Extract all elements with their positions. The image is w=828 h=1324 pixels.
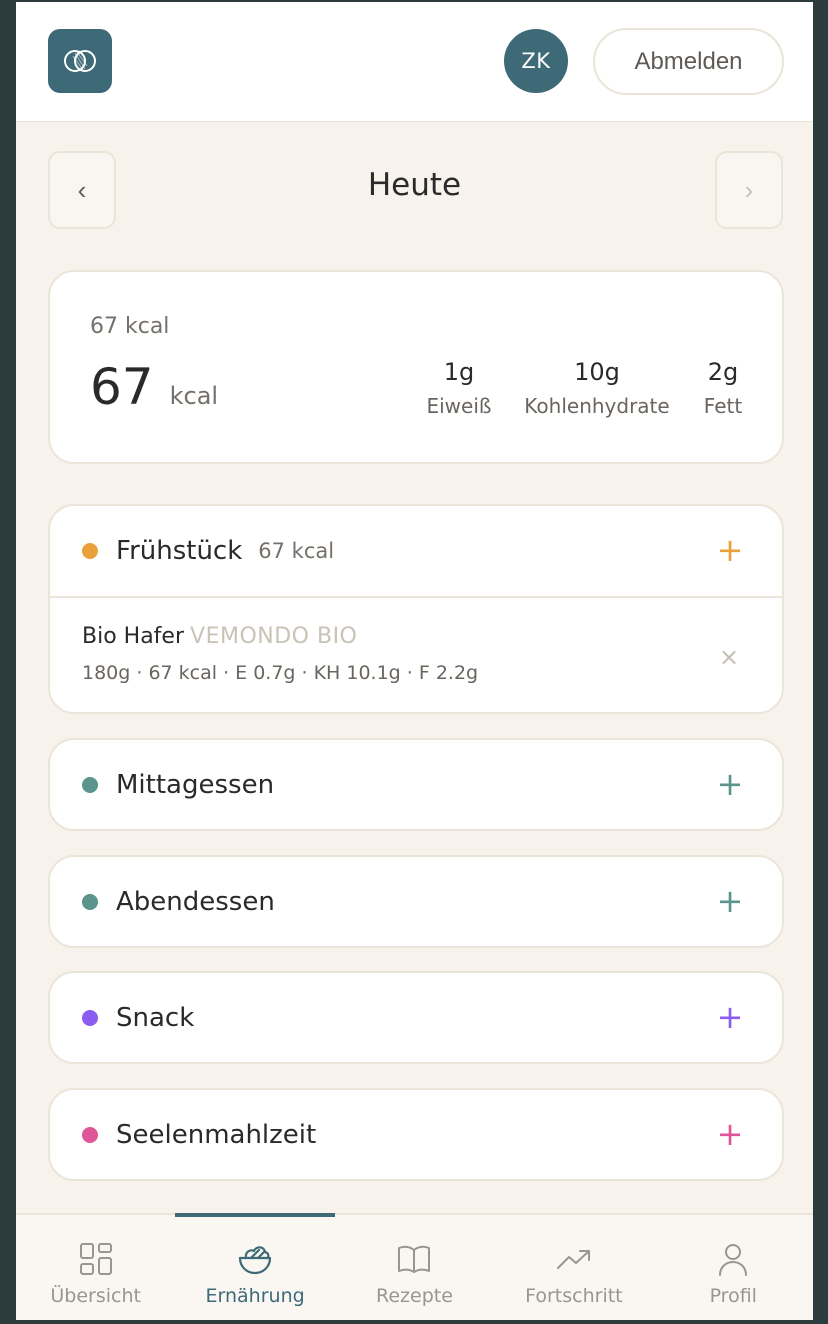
food-item[interactable]: Bio Hafer VEMONDO BIO 180g · 67 kcal · E …	[50, 596, 782, 712]
meal-header: Abendessen +	[50, 857, 782, 947]
tab-profile[interactable]: Profil	[654, 1215, 813, 1320]
macro-label: Eiweiß	[426, 394, 492, 418]
meal-name: Snack	[116, 1003, 195, 1033]
add-food-plus-icon[interactable]: +	[708, 1112, 752, 1156]
meal-card-dinner: Abendessen +	[48, 855, 784, 948]
macro-fat: 2g Fett	[698, 358, 748, 418]
meal-color-dot	[82, 543, 98, 559]
total-kcal-unit: kcal	[169, 382, 219, 410]
meal-card-breakfast: Frühstück 67 kcal + Bio Hafer VEMONDO BIO…	[48, 504, 784, 714]
macro-label: Kohlenhydrate	[524, 394, 670, 418]
meal-color-dot	[82, 1127, 98, 1143]
food-name: Bio Hafer	[82, 624, 185, 649]
meal-header: Mittagessen +	[50, 740, 782, 830]
tab-progress[interactable]: Fortschritt	[494, 1215, 653, 1320]
meal-name: Frühstück	[116, 536, 243, 566]
tab-label: Ernährung	[205, 1285, 305, 1307]
remove-food-close-icon[interactable]: ×	[714, 642, 744, 672]
macro-protein: 1g Eiweiß	[424, 358, 494, 418]
grid-icon	[79, 1243, 112, 1275]
day-title: Heute	[367, 167, 462, 203]
tab-label: Übersicht	[50, 1285, 141, 1307]
macro-value: 2g	[707, 358, 739, 386]
user-avatar[interactable]: ZK	[504, 29, 568, 93]
total-kcal-value: 67	[90, 358, 154, 416]
meal-color-dot	[82, 894, 98, 910]
food-brand: VEMONDO BIO	[190, 624, 358, 649]
app-logo[interactable]	[48, 29, 112, 93]
next-day-button[interactable]: ›	[715, 151, 783, 229]
top-bar: ZK Abmelden	[16, 2, 813, 122]
summary-kcal-small: 67 kcal	[90, 314, 170, 339]
tab-recipes[interactable]: Rezepte	[335, 1215, 494, 1320]
meal-card-lunch: Mittagessen +	[48, 738, 784, 831]
meal-name: Abendessen	[116, 887, 275, 917]
meal-name: Mittagessen	[116, 770, 275, 800]
previous-day-button[interactable]: ‹	[48, 151, 116, 229]
food-item-title: Bio Hafer VEMONDO BIO	[82, 624, 357, 649]
tab-label: Rezepte	[376, 1285, 453, 1307]
book-icon	[398, 1245, 431, 1273]
summary-kcal-total: 67 kcal	[90, 358, 218, 416]
add-food-plus-icon[interactable]: +	[708, 762, 752, 806]
add-food-plus-icon[interactable]: +	[708, 879, 752, 923]
add-food-plus-icon[interactable]: +	[708, 995, 752, 1039]
meal-card-soul-meal: Seelenmahlzeit +	[48, 1088, 784, 1181]
user-icon	[719, 1244, 748, 1276]
macro-carbs: 10g Kohlenhydrate	[522, 358, 672, 418]
meal-color-dot	[82, 1010, 98, 1026]
bottom-tab-bar: Übersicht Ernährung Rezepte Fortschritt …	[16, 1213, 813, 1320]
macro-label: Fett	[703, 394, 743, 418]
daily-summary-card: 67 kcal 67 kcal 1g Eiweiß 10g Kohlenhydr…	[48, 270, 784, 464]
tab-overview[interactable]: Übersicht	[16, 1215, 175, 1320]
salad-bowl-icon	[238, 1246, 272, 1275]
food-nutrition-detail: 180g · 67 kcal · E 0.7g · KH 10.1g · F 2…	[82, 662, 479, 684]
add-food-plus-icon[interactable]: +	[708, 528, 752, 572]
meal-header: Frühstück 67 kcal +	[50, 506, 782, 596]
trend-icon	[556, 1250, 590, 1269]
meal-card-snack: Snack +	[48, 971, 784, 1064]
meal-header: Snack +	[50, 973, 782, 1063]
meal-color-dot	[82, 777, 98, 793]
macro-value: 10g	[574, 358, 620, 386]
interlocking-circles-icon	[64, 50, 96, 72]
meal-name: Seelenmahlzeit	[116, 1120, 317, 1150]
tab-nutrition[interactable]: Ernährung	[175, 1213, 336, 1320]
tab-label: Fortschritt	[525, 1285, 623, 1307]
tab-label: Profil	[709, 1285, 757, 1307]
logout-button[interactable]: Abmelden	[593, 28, 784, 95]
macro-value: 1g	[443, 358, 475, 386]
app-screen: ZK Abmelden ‹ Heute › 67 kcal 67 kcal 1g…	[16, 2, 813, 1320]
meal-kcal: 67 kcal	[258, 539, 335, 563]
meal-header: Seelenmahlzeit +	[50, 1090, 782, 1180]
